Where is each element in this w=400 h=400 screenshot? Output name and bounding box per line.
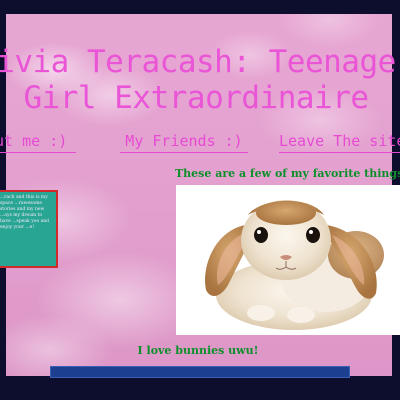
nav-link-friends[interactable]: My Friends :) [120,132,248,153]
bottom-content-bar [50,366,350,378]
intro-text: ...rach and this is my space ...rawesome… [0,195,50,230]
page-title-line1: ivia Teracash: Teenage [0,44,396,80]
nav-link-about[interactable]: out me :) [0,132,76,153]
window-frame-bottom [0,376,400,400]
photo-caption: I love bunnies uwu! [137,344,259,357]
nav-link-leave[interactable]: Leave The site [279,132,400,153]
page-title-line2: Girl Extraordinaire [23,80,369,116]
page-title: ivia Teracash: Teenage Girl Extraordinai… [0,44,400,116]
favorites-heading: These are a few of my favorite things! [175,167,400,180]
bunny-photo [176,185,400,335]
window-frame-top [0,0,400,14]
intro-text-box: ...rach and this is my space ...rawesome… [0,190,58,268]
